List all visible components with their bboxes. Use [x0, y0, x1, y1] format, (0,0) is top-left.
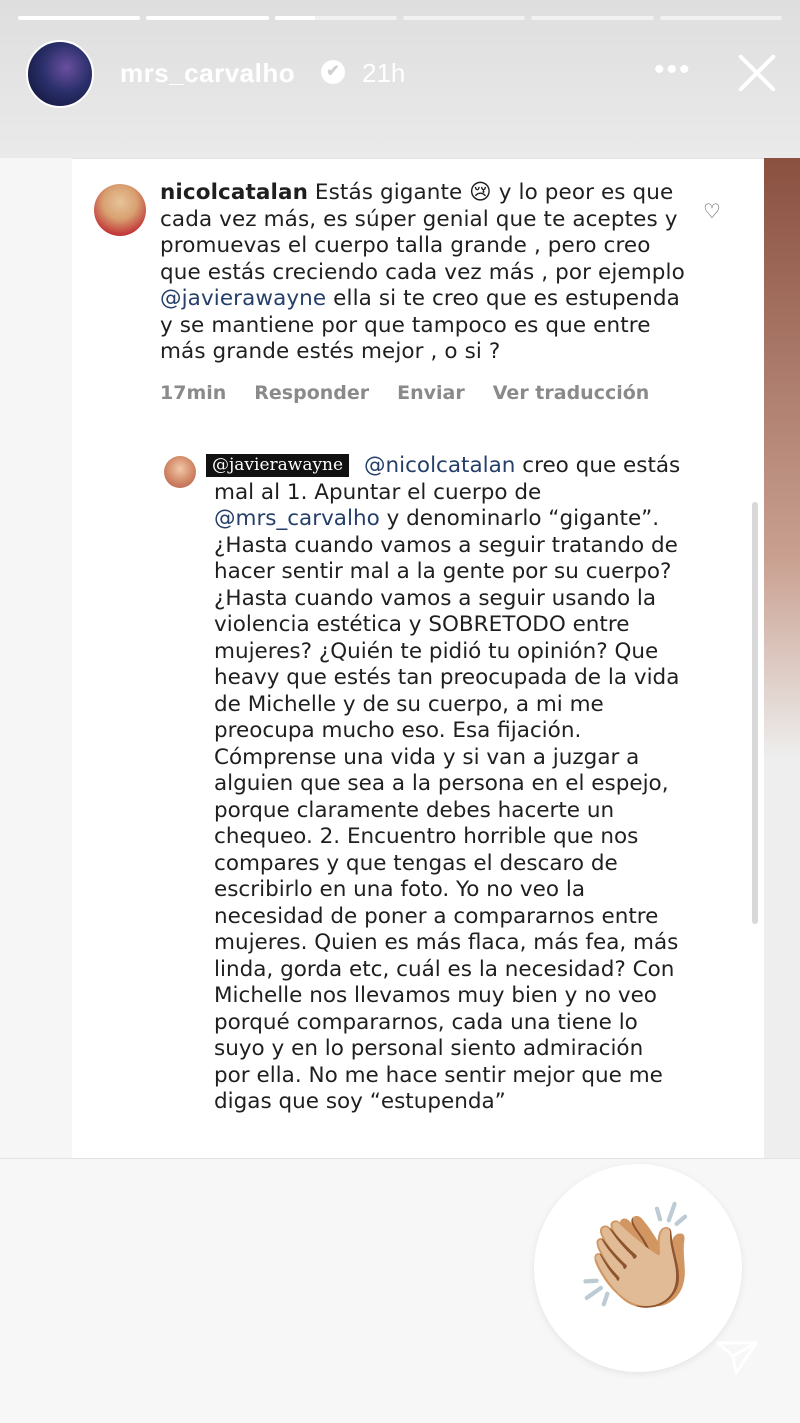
- progress-segment: [146, 16, 269, 20]
- send-link: Enviar: [397, 382, 465, 404]
- clap-sticker[interactable]: 👏🏼: [534, 1164, 742, 1372]
- progress-segment: [531, 16, 654, 20]
- progress-segment: [18, 16, 141, 20]
- comment-mention: @javierawayne: [160, 286, 327, 311]
- translate-link: Ver traducción: [492, 382, 650, 404]
- scrollbar: [752, 502, 758, 924]
- clapping-hands-icon: 👏🏼: [574, 1201, 704, 1317]
- heart-icon: ♡: [703, 201, 721, 223]
- progress-segment: [402, 16, 526, 20]
- send-icon[interactable]: [716, 1340, 758, 1376]
- reply-body-2: y denominarlo “gigante”. ¿Hasta cuando v…: [214, 506, 680, 1114]
- reply-mention-1: @nicolcatalan: [364, 453, 516, 478]
- progress-segment: [274, 16, 397, 20]
- commenter-username: nicolcatalan: [160, 180, 308, 205]
- story-time: 21h: [362, 58, 406, 88]
- commenter-avatar: [94, 184, 146, 236]
- reply-text: @nicolcatalan creo que estás mal al 1. A…: [214, 453, 684, 1116]
- comment-time: 17min: [160, 382, 227, 404]
- close-icon[interactable]: [734, 50, 780, 96]
- reply-avatar: [164, 456, 196, 488]
- background-left: [0, 158, 72, 1158]
- comment-meta: 17min Responder Enviar Ver traducción: [160, 382, 649, 404]
- reply-mention-2: @mrs_carvalho: [214, 506, 380, 531]
- background-photo-edge: [764, 158, 800, 1158]
- more-options-icon[interactable]: •••: [654, 55, 692, 85]
- progress-segment: [659, 16, 782, 20]
- story-username[interactable]: mrs_carvalho: [120, 58, 295, 89]
- reply-link: Responder: [254, 382, 370, 404]
- story-avatar[interactable]: [26, 40, 94, 108]
- comment-text: nicolcatalan Estás gigante 😢 y lo peor e…: [160, 180, 690, 366]
- story-progress-bar: [18, 16, 782, 20]
- verified-badge-icon: ✔: [321, 60, 345, 84]
